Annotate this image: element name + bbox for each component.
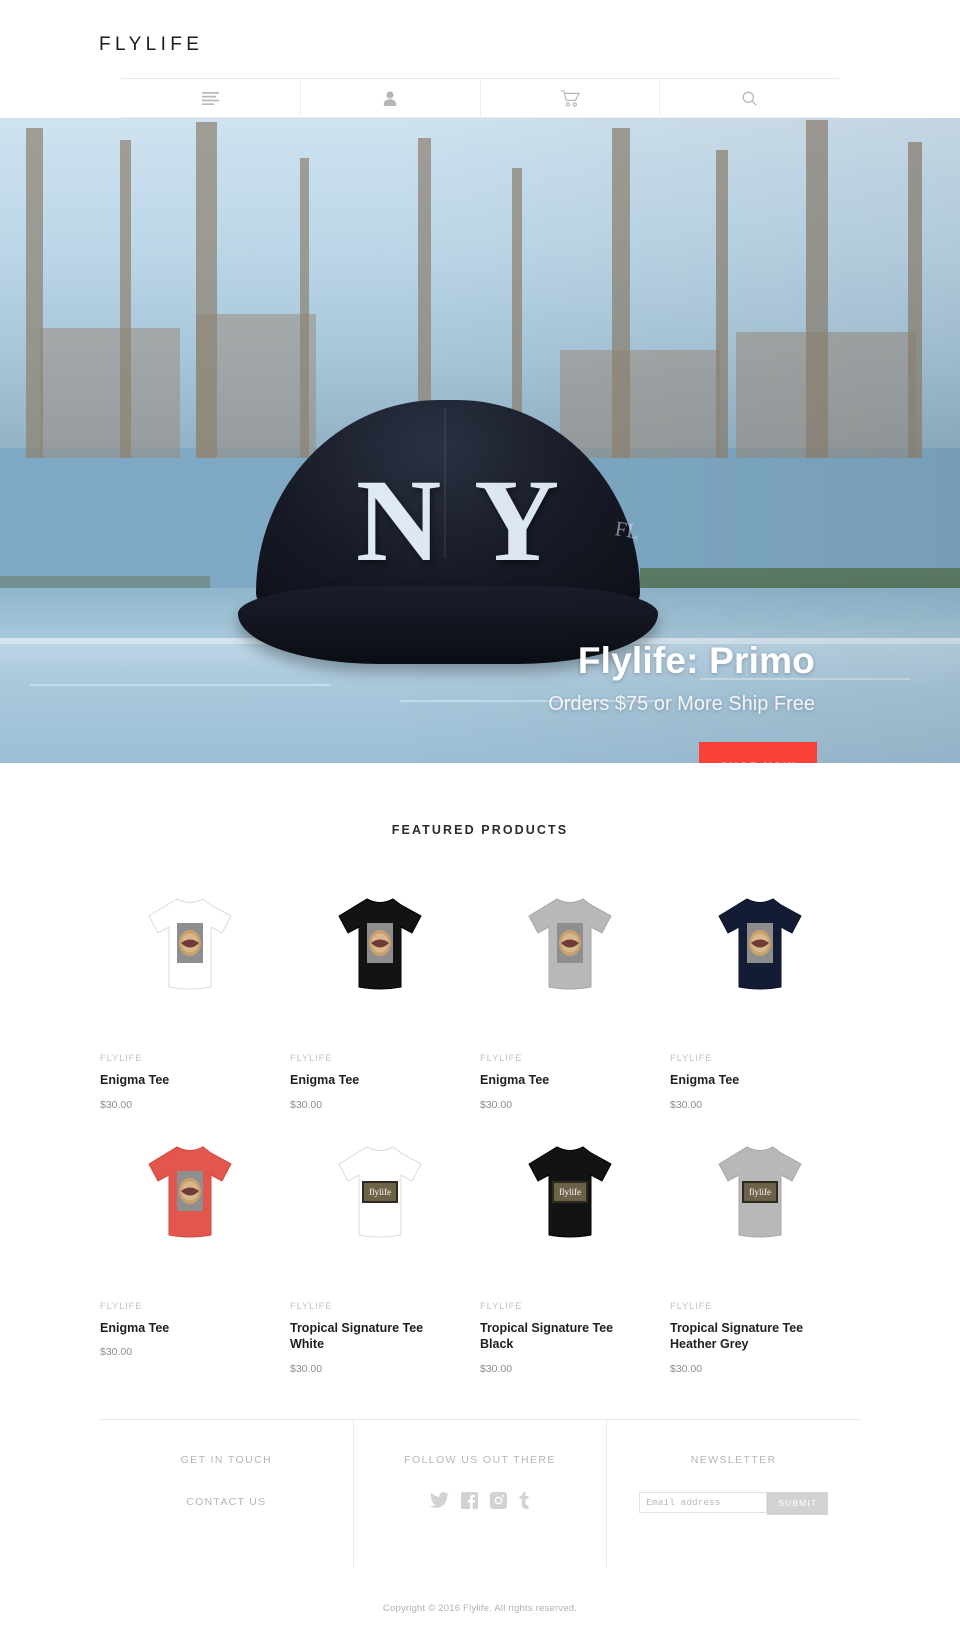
instagram-icon[interactable] [489,1491,507,1514]
product-price: $30.00 [480,1362,513,1375]
product-image[interactable]: flylife [670,1123,850,1271]
site-footer: GET IN TOUCH CONTACT US FOLLOW US OUT TH… [0,1418,960,1614]
product-image[interactable]: flylife [480,1123,660,1271]
product-vendor: FLYLIFE [670,1300,713,1312]
twitter-icon[interactable] [429,1491,449,1514]
footer-column-social: FOLLOW US OUT THERE [354,1419,608,1567]
product-card[interactable]: FLYLIFE Enigma Tee $30.00 [480,863,670,1111]
nav-item-search[interactable] [660,79,839,117]
featured-products-heading: FEATURED PRODUCTS [391,823,569,837]
featured-products-section: FEATURED PRODUCTS FLYLIFE Enigma Tee $30… [0,763,960,1375]
product-price: $30.00 [290,1098,323,1111]
newsletter-email-input[interactable] [639,1491,768,1513]
product-vendor: FLYLIFE [100,1300,143,1312]
product-vendor: FLYLIFE [670,1053,713,1064]
newsletter-submit-button[interactable]: SUBMIT [767,1491,829,1515]
product-vendor: FLYLIFE [100,1053,143,1064]
shop-now-button[interactable]: SHOP NOW › [699,742,817,763]
nav-item-cart[interactable] [481,79,661,117]
product-vendor: FLYLIFE [480,1053,523,1064]
main-navigation [121,78,839,118]
newsletter-form: SUBMIT [607,1491,860,1515]
product-grid: FLYLIFE Enigma Tee $30.00 FLYLIFE Enigma… [100,837,860,1375]
product-image[interactable] [100,875,280,1023]
social-links [354,1491,607,1514]
product-card[interactable]: FLYLIFE Enigma Tee $30.00 [100,863,290,1111]
product-image[interactable] [290,875,470,1023]
user-account-icon [383,90,397,106]
hamburger-menu-icon [201,91,219,105]
footer-column-contact: GET IN TOUCH CONTACT US [100,1419,354,1567]
tumblr-icon[interactable] [519,1491,531,1514]
product-title[interactable]: Tropical Signature Tee White [290,1320,440,1353]
product-vendor: FLYLIFE [290,1300,333,1312]
product-price: $30.00 [290,1362,323,1375]
product-vendor: FLYLIFE [290,1053,333,1064]
hero-copy: Flylife: Primo Orders $75 or More Ship F… [115,640,815,716]
product-price: $30.00 [480,1098,513,1111]
product-vendor: FLYLIFE [480,1300,523,1312]
hero-subtitle: Orders $75 or More Ship Free [548,692,815,715]
product-title[interactable]: Enigma Tee [480,1072,630,1089]
product-price: $30.00 [670,1362,703,1375]
nav-item-menu[interactable] [121,79,301,117]
svg-text:flylife: flylife [749,1187,771,1197]
product-image[interactable]: flylife [290,1123,470,1271]
footer-column-newsletter: NEWSLETTER SUBMIT [607,1420,860,1567]
product-price: $30.00 [100,1098,133,1111]
copyright-text: Copyright © 2016 Flylife. All rights res… [382,1602,578,1614]
footer-newsletter-heading: NEWSLETTER [690,1453,777,1466]
hero-banner: N Y FL Flylife: Primo Orders $75 or More… [0,118,960,763]
product-title[interactable]: Enigma Tee [100,1320,250,1337]
svg-text:flylife: flylife [559,1187,581,1197]
search-icon [742,91,757,106]
facebook-icon[interactable] [460,1491,478,1514]
svg-text:flylife: flylife [369,1187,391,1197]
contact-us-link[interactable]: CONTACT US [186,1496,266,1508]
shop-now-label: SHOP NOW [699,748,817,763]
shopping-cart-icon [560,89,580,107]
footer-social-heading: FOLLOW US OUT THERE [404,1453,556,1466]
product-title[interactable]: Enigma Tee [290,1072,440,1089]
product-card[interactable]: flylife FLYLIFE Tropical Signature Tee W… [290,1111,480,1375]
product-card[interactable]: FLYLIFE Enigma Tee $30.00 [290,863,480,1111]
product-title[interactable]: Tropical Signature Tee Black [480,1320,630,1353]
product-title[interactable]: Tropical Signature Tee Heather Grey [670,1320,820,1353]
product-image[interactable] [480,875,660,1023]
product-title[interactable]: Enigma Tee [100,1072,250,1089]
logo-container: FLYLIFE [0,34,960,78]
footer-contact-heading: GET IN TOUCH [180,1453,273,1466]
product-card[interactable]: flylife FLYLIFE Tropical Signature Tee B… [480,1111,670,1375]
product-card[interactable]: FLYLIFE Enigma Tee $30.00 [670,863,860,1111]
footer-columns: GET IN TOUCH CONTACT US FOLLOW US OUT TH… [100,1418,860,1567]
site-header: FLYLIFE [0,0,960,118]
nav-item-account[interactable] [301,79,481,117]
product-title[interactable]: Enigma Tee [670,1072,820,1089]
product-image[interactable] [100,1123,280,1271]
hero-title: Flylife: Primo [577,640,815,681]
site-logo[interactable]: FLYLIFE [99,34,203,56]
product-price: $30.00 [670,1098,703,1111]
product-card[interactable]: flylife FLYLIFE Tropical Signature Tee H… [670,1111,860,1375]
product-image[interactable] [670,875,850,1023]
product-price: $30.00 [100,1346,133,1358]
product-card[interactable]: FLYLIFE Enigma Tee $30.00 [100,1111,290,1375]
